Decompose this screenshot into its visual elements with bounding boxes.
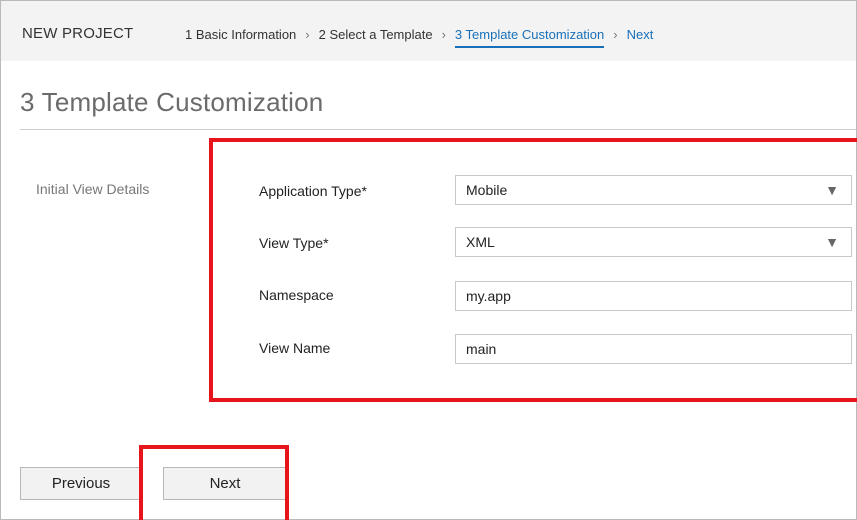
step-template-customization[interactable]: 3 Template Customization — [454, 27, 605, 48]
wizard-header: NEW PROJECT 1 Basic Information › 2 Select… — [1, 1, 856, 61]
step-next-link[interactable]: Next — [627, 27, 654, 42]
step-separator: › — [305, 27, 310, 42]
page-title: 3 Template Customization — [20, 87, 324, 117]
form-highlight-box — [209, 138, 857, 402]
wizard-steps: 1 Basic Information › 2 Select a Template ›… — [185, 27, 653, 48]
step-select-template[interactable]: 2 Select a Template — [319, 27, 433, 42]
previous-button[interactable]: Previous — [20, 467, 142, 500]
step-separator: › — [441, 27, 446, 42]
step-basic-information[interactable]: 1 Basic Information — [185, 27, 296, 42]
step-separator: › — [613, 27, 618, 42]
title-divider — [20, 129, 856, 130]
next-highlight-box — [139, 445, 289, 520]
section-label: Initial View Details — [36, 181, 150, 197]
project-label: NEW PROJECT — [22, 25, 134, 42]
